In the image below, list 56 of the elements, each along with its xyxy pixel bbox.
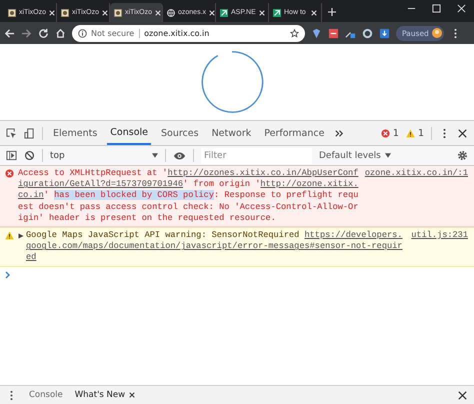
close-icon[interactable] [129,392,136,398]
source-link[interactable]: util.js:231 [411,230,468,242]
expand-icon[interactable] [18,233,24,240]
devtools-tab[interactable]: Performance [261,121,328,145]
sidebar-toggle-icon[interactable] [6,150,17,161]
error-count[interactable]: 1 [392,128,399,138]
shield-icon[interactable] [311,28,322,38]
device-icon[interactable] [24,128,35,138]
extension-icon[interactable] [328,28,339,38]
url-text: ozone.xitix.co.in [144,28,210,38]
devtools-tab[interactable]: Sources [158,121,202,145]
levels-dropdown[interactable]: Default levels [319,150,391,160]
prompt-icon[interactable] [5,270,11,279]
maximize-icon[interactable] [432,4,441,13]
settings-icon[interactable] [457,150,468,161]
app-favicon-icon [273,8,281,16]
inspect-icon[interactable] [6,128,17,138]
warning-icon [406,128,415,138]
devtools-tab[interactable]: Network [208,121,254,145]
home-icon[interactable] [55,28,66,38]
security-label: Not secure [91,28,140,38]
star-icon[interactable] [290,28,299,38]
warning-icon [5,231,14,240]
drawer-tab[interactable]: What's New [74,390,136,400]
error-icon [5,169,14,178]
caret-icon [384,153,391,158]
error-icon [380,128,390,138]
drawer-tab[interactable]: Console [29,390,63,400]
app-favicon-icon [220,8,228,16]
reload-icon[interactable] [38,28,49,38]
caret-icon [152,153,158,158]
source-link[interactable]: ozone.xitix.co.in/:1 [364,168,468,180]
avatar-icon [432,28,442,38]
loading-spinner [199,49,265,115]
devtools-tab[interactable]: Elements [50,121,100,145]
address-bar[interactable]: Not secure ozone.xitix.co.in [72,24,305,42]
filter-field[interactable]: Filter [201,148,312,164]
message-text: Access to XMLHttpRequest at 'http://ozones.xitix.co.in/AbpUserConfiguration/GetAll?d=1573709701946' from origin 'http://ozone.xitix.co.in' has been blocked by CORS policy: Response to preflight request doesn't pass access control check: No 'Access-Control-Allow-Origin' header is present on the requested resource. [18,168,359,224]
clear-console-icon[interactable] [24,150,35,161]
download-icon[interactable] [379,28,390,38]
new-tab-icon[interactable] [328,8,336,16]
globe-icon [167,8,175,16]
close-icon[interactable] [457,128,468,138]
site-favicon-icon [114,8,122,16]
context-dropdown[interactable]: top [50,150,158,160]
back-icon[interactable] [4,28,15,38]
message-text: Google Maps JavaScript API warning: SensorNotRequired https://developers.google.com/maps/documentation/javascript/error-messages#sensor-not-required [26,230,404,264]
eye-icon[interactable] [173,150,186,160]
warning-count[interactable]: 1 [418,128,424,138]
close-icon[interactable] [457,390,468,400]
site-favicon-icon [8,8,16,16]
forward-icon[interactable] [21,28,32,38]
info-icon[interactable] [78,28,87,38]
ring-icon[interactable] [362,28,373,38]
more-tabs-icon[interactable] [334,128,346,138]
site-favicon-icon [61,8,69,16]
